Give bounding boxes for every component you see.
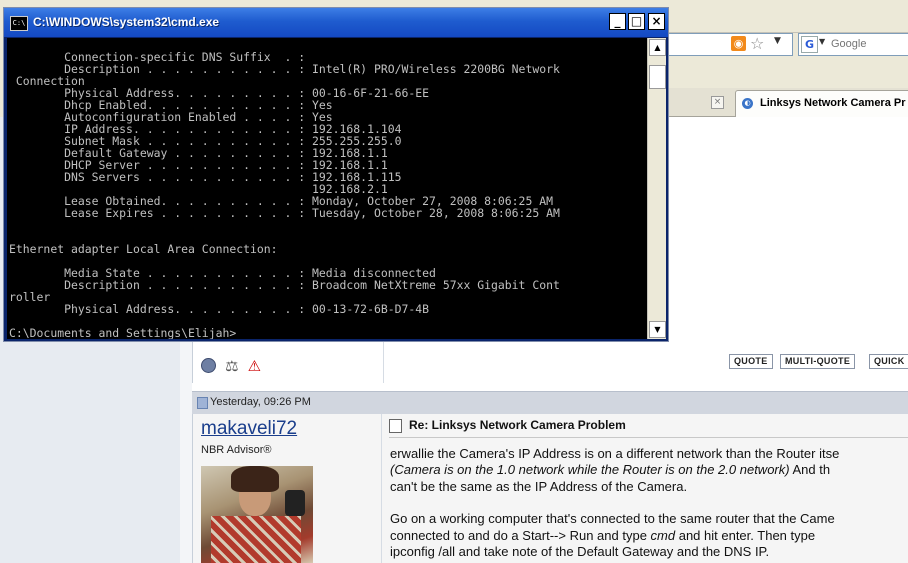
address-bar[interactable]: ◉ ☆ ▼ <box>668 33 793 56</box>
rss-feed-icon[interactable]: ◉ <box>731 36 746 51</box>
post-text-line: ipconfig /all and take note of the Defau… <box>390 544 769 559</box>
search-input[interactable] <box>831 36 907 52</box>
browser-toolbar: ◉ ☆ ▼ G ▼ <box>668 0 908 88</box>
search-engine-dropdown-icon[interactable]: ▼ <box>819 37 825 46</box>
multi-quote-button[interactable]: MULTI-QUOTE <box>780 354 856 369</box>
post-title: Re: Linksys Network Camera Problem <box>409 418 626 432</box>
cmd-window[interactable]: C:\ C:\WINDOWS\system32\cmd.exe _ □ × Co… <box>3 7 669 342</box>
post-text-segment: erwallie the Camera's IP Address is on a… <box>390 446 840 461</box>
vertical-scrollbar[interactable]: ▲ ▼ <box>647 38 666 339</box>
scrollbar-thumb[interactable] <box>649 65 666 89</box>
user-title: NBR Advisor® <box>201 444 272 456</box>
username-link[interactable]: makaveli72 <box>201 418 297 440</box>
post-icon <box>197 397 208 409</box>
post-text-line: erwallie the Camera's IP Address is on a… <box>390 446 839 461</box>
post-text-line: connected to and do a Start--> Run and t… <box>390 528 815 543</box>
avatar <box>201 466 313 563</box>
post-text-segment: (Camera is on the 1.0 network while the … <box>390 462 790 478</box>
search-bar[interactable]: G ▼ <box>798 33 908 56</box>
post-text-segment: cmd <box>650 527 676 543</box>
report-post-icon[interactable]: ⚠ <box>248 357 261 375</box>
post-text-segment: and hit enter. Then type <box>675 527 816 543</box>
minimize-button[interactable]: _ <box>609 13 626 30</box>
close-tab-icon[interactable]: × <box>711 96 724 109</box>
user-offline-icon <box>201 358 216 373</box>
user-info-pane: makaveli72 NBR Advisor® <box>193 414 382 563</box>
post-date: Yesterday, 09:26 PM <box>210 396 311 408</box>
reputation-scales-icon[interactable]: ⚖ <box>225 357 238 375</box>
globe-favicon-icon: ◐ <box>742 98 753 109</box>
google-search-engine-icon[interactable]: G <box>801 36 818 53</box>
console-output-area[interactable]: Connection-specific DNS Suffix . : Descr… <box>7 38 647 339</box>
post-text-line: can't be the same as the IP Address of t… <box>390 479 687 494</box>
quote-button[interactable]: QUOTE <box>729 354 773 369</box>
post-title-separator <box>389 437 908 438</box>
forum-post: makaveli72 NBR Advisor® Re: Linksys Netw… <box>192 414 908 563</box>
avatar-hair <box>231 466 279 492</box>
chevron-down-icon[interactable]: ▼ <box>774 36 781 46</box>
post-header: Yesterday, 09:26 PM <box>192 391 908 415</box>
bookmark-star-icon[interactable]: ☆ <box>750 34 764 53</box>
maximize-button[interactable]: □ <box>628 13 645 30</box>
avatar-jacket <box>211 516 301 563</box>
scroll-up-icon[interactable]: ▲ <box>649 39 666 56</box>
quick-reply-button[interactable]: QUICK <box>869 354 908 369</box>
post-text-segment: And th <box>789 462 831 478</box>
tab-bar: × ◐ Linksys Network Camera Pr <box>668 88 908 117</box>
post-text-line: Go on a working computer that's connecte… <box>390 511 835 526</box>
cmd-titlebar[interactable]: C:\ C:\WINDOWS\system32\cmd.exe _ □ × <box>4 8 668 37</box>
console-text: Connection-specific DNS Suffix . : Descr… <box>9 50 560 339</box>
post-text-line: (Camera is on the 1.0 network while the … <box>390 462 830 477</box>
post-title-icon <box>389 419 402 433</box>
post-text-segment: Go on a working computer that's connecte… <box>390 511 835 527</box>
menu-strip <box>668 24 908 33</box>
avatar-glove <box>285 490 305 516</box>
post-text-segment: can't be the same as the IP Address of t… <box>390 478 688 494</box>
close-button[interactable]: × <box>648 13 665 30</box>
command-prompt-icon[interactable]: C:\ <box>10 16 28 31</box>
scroll-down-icon[interactable]: ▼ <box>649 321 666 338</box>
post-text-segment: ipconfig /all and take note of the Defau… <box>390 543 770 559</box>
tab-linksys-camera[interactable]: ◐ Linksys Network Camera Pr <box>735 90 908 117</box>
window-title: C:\WINDOWS\system32\cmd.exe <box>33 15 220 29</box>
post-text-segment: connected to and do a Start--> Run and t… <box>390 527 651 543</box>
tab-label: Linksys Network Camera Pr <box>760 97 906 109</box>
post-icons: ⚖ ⚠ <box>201 355 261 375</box>
